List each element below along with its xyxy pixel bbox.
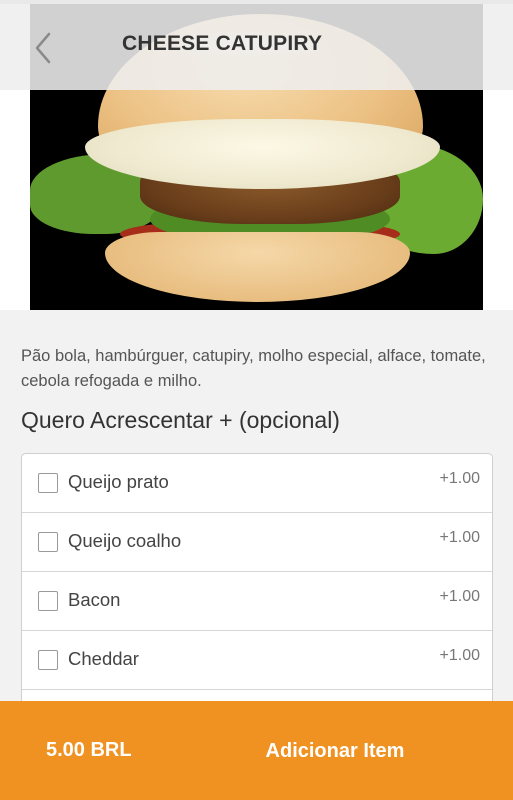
page-title: CHEESE CATUPIRY bbox=[122, 32, 323, 55]
chevron-left-icon[interactable] bbox=[26, 26, 60, 70]
product-description: Pão bola, hambúrguer, catupiry, molho es… bbox=[21, 347, 486, 390]
option-price: +1.00 bbox=[439, 588, 480, 605]
top-bar: CHEESE CATUPIRY bbox=[0, 4, 513, 90]
option-price: +1.00 bbox=[439, 470, 480, 487]
checkbox[interactable] bbox=[38, 650, 58, 670]
add-item-button[interactable]: Adicionar Item bbox=[230, 727, 440, 775]
option-row-cheddar[interactable]: Cheddar +1.00 bbox=[22, 631, 492, 690]
checkbox[interactable] bbox=[38, 532, 58, 552]
checkbox[interactable] bbox=[38, 473, 58, 493]
option-label: Bacon bbox=[68, 589, 121, 610]
bottom-bar: 5.00 BRL Adicionar Item bbox=[0, 701, 513, 800]
option-row-queijo-prato[interactable]: Queijo prato +1.00 bbox=[22, 454, 492, 513]
option-label: Queijo prato bbox=[68, 471, 169, 492]
total-price: 5.00 BRL bbox=[46, 739, 132, 761]
option-label: Queijo coalho bbox=[68, 530, 182, 551]
option-row-bacon[interactable]: Bacon +1.00 bbox=[22, 572, 492, 631]
extras-title: Quero Acrescentar + (opcional) bbox=[21, 407, 340, 433]
option-price: +1.00 bbox=[439, 529, 480, 546]
checkbox[interactable] bbox=[38, 591, 58, 611]
option-row-queijo-coalho[interactable]: Queijo coalho +1.00 bbox=[22, 513, 492, 572]
bun-bottom bbox=[105, 232, 410, 302]
option-label: Cheddar bbox=[68, 648, 139, 669]
option-price: +1.00 bbox=[439, 647, 480, 664]
